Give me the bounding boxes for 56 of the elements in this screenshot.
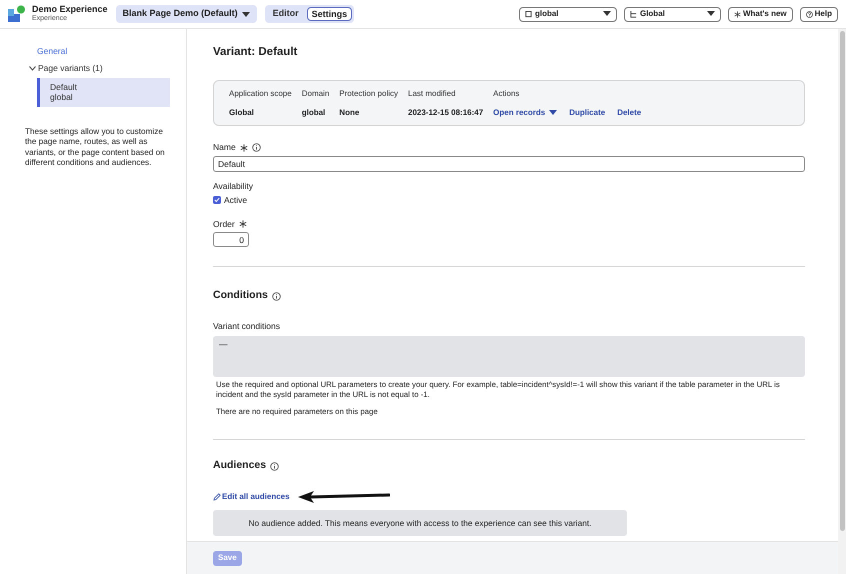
domain-select[interactable]: Global xyxy=(624,6,721,22)
column-value: Global xyxy=(229,106,255,119)
empty-audience-message: No audience added. This means everyone with access to the experience can see this variant. xyxy=(213,510,627,536)
field-label: Name xyxy=(213,141,236,154)
caret-icon xyxy=(602,11,611,16)
scope-select[interactable]: global xyxy=(518,6,617,22)
sparkle-icon xyxy=(734,10,741,18)
column-heading: Protection policy xyxy=(339,88,398,100)
help-button[interactable]: Help xyxy=(800,6,838,22)
settings-description: These settings allow you to customize the page name, routes, as well as variants, or the page content based on different conditions and audiences. xyxy=(25,126,166,168)
app-title: Demo Experience xyxy=(32,4,108,14)
edit-audiences-link[interactable]: Edit all audiences xyxy=(213,491,290,504)
scrollbar[interactable] xyxy=(838,29,846,574)
action-link[interactable]: Duplicate xyxy=(569,106,606,119)
conditions-field[interactable]: — xyxy=(213,336,805,377)
page-menu-button[interactable]: Blank Page Demo (Default) xyxy=(116,5,257,23)
caret-icon xyxy=(549,110,558,116)
chevron-down-icon[interactable] xyxy=(29,66,36,71)
action-link[interactable]: Delete xyxy=(617,106,642,119)
checkbox-label: Active xyxy=(224,194,248,206)
info-icon xyxy=(272,292,281,301)
variant-title: Variant: Default xyxy=(213,45,298,60)
mode-tab[interactable]: Editor xyxy=(266,7,305,21)
required-icon xyxy=(240,144,248,152)
active-checkbox[interactable] xyxy=(213,196,221,204)
info-icon xyxy=(270,462,280,471)
pencil-icon xyxy=(213,493,221,502)
caret-icon xyxy=(706,11,715,16)
variant-item[interactable]: Default global xyxy=(37,78,170,106)
field-label: Variant conditions xyxy=(213,320,281,333)
order-field[interactable]: 0 xyxy=(213,232,249,248)
column-heading: Domain xyxy=(302,88,330,100)
help-icon xyxy=(806,10,813,18)
whats-new-button[interactable]: What's new xyxy=(728,6,793,22)
caret-icon xyxy=(242,12,250,16)
check-icon xyxy=(214,197,220,204)
section-title: Audiences xyxy=(213,458,266,474)
mode-tab[interactable]: Settings xyxy=(306,7,352,21)
hierarchy-icon xyxy=(630,10,637,18)
app-logo-icon xyxy=(8,5,26,23)
nav-link[interactable]: General xyxy=(37,46,68,56)
required-icon xyxy=(238,220,247,228)
action-link[interactable]: Open records xyxy=(493,106,558,119)
field-label: Order xyxy=(213,218,235,230)
device-icon xyxy=(524,10,532,18)
column-heading: Actions xyxy=(493,88,520,100)
column-heading: Last modified xyxy=(408,88,457,100)
column-heading: Application scope xyxy=(229,88,292,100)
column-value: global xyxy=(302,106,326,119)
column-value: None xyxy=(339,106,360,119)
column-value: 2023-12-15 08:16:47 xyxy=(408,106,484,119)
info-icon xyxy=(252,143,261,152)
section-title: Conditions xyxy=(213,288,268,304)
field-label: Availability xyxy=(213,180,254,193)
name-field[interactable]: Default xyxy=(213,156,805,172)
tree-item[interactable]: Page variants (1) xyxy=(38,62,103,74)
